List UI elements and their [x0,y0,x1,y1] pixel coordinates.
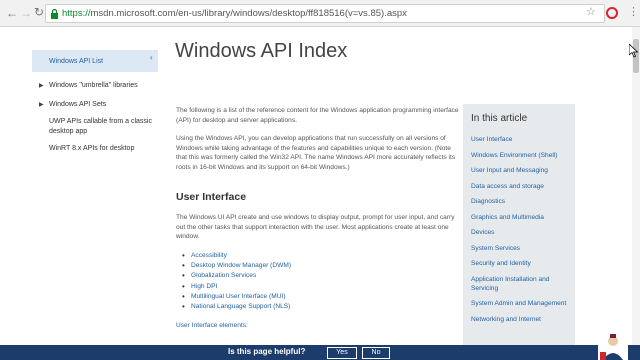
nav-item-windows-api-list[interactable]: Windows API List [32,50,158,72]
reload-icon[interactable]: ↻ [34,5,44,19]
collapse-chevron-icon[interactable]: ‹ [150,53,153,62]
feedback-yes-button[interactable]: Yes [327,347,357,359]
toc-link[interactable]: Application Installation and Servicing [471,275,571,293]
bookmark-star-icon[interactable]: ☆ [586,5,596,18]
feedback-question: Is this page helpful? [228,347,306,356]
ui-elements-link[interactable]: User Interface elements: [176,322,248,329]
presenter-avatar-icon [598,332,628,360]
mouse-cursor-icon [629,44,639,58]
toc-link[interactable]: Security and Identity [471,259,571,268]
section-heading: User Interface [176,191,247,203]
bullet-list: Accessibility Desktop Window Manager (DW… [182,251,291,312]
nav-item-label: UWP APIs callable from a classic desktop… [49,118,152,135]
in-this-article-panel: In this article User Interface Windows E… [463,104,575,346]
feedback-no-button[interactable]: No [362,347,390,359]
address-bar[interactable]: https://msdn.microsoft.com/en-us/library… [45,4,605,23]
nav-item-label: WinRT 8.x APIs for desktop [49,145,135,152]
menu-icon[interactable]: ⋮ [628,5,639,18]
bullet-link[interactable]: Accessibility [182,251,291,261]
browser-toolbar: ← → ↻ https://msdn.microsoft.com/en-us/l… [0,0,640,27]
intro-paragraph: The following is a list of the reference… [176,107,459,124]
bullet-link[interactable]: Multilingual User Interface (MUI) [182,292,291,302]
page-title: Windows API Index [175,40,348,62]
nav-item-label: Windows API List [49,58,104,65]
bullet-link[interactable]: National Language Support (NLS) [182,302,291,312]
bullet-link[interactable]: High DPI [182,282,291,292]
expand-triangle-icon[interactable]: ▶ [39,81,44,91]
toc-link[interactable]: Networking and Internet [471,315,571,324]
toc-link[interactable]: User Input and Messaging [471,166,571,175]
toc-link[interactable]: System Services [471,244,571,253]
nav-item-uwp-apis[interactable]: UWP APIs callable from a classic desktop… [32,117,158,137]
toc-link[interactable]: User Interface [471,135,571,144]
opera-icon[interactable] [606,7,618,19]
bullet-link[interactable]: Globalization Services [182,271,291,281]
toc-link[interactable]: Devices [471,228,571,237]
section-paragraph: The Windows UI API create and use window… [176,214,455,241]
url-scheme: https:// [62,8,91,19]
forward-arrow-icon[interactable]: → [20,6,32,20]
toc-link-list: User Interface Windows Environment (Shel… [471,135,571,330]
feedback-bar: Is this page helpful? Yes No [0,345,640,360]
left-navigation: Windows API List ▶ Windows "umbrella" li… [32,50,158,154]
url-text: https://msdn.microsoft.com/en-us/library… [62,8,407,19]
page-scrollbar[interactable] [632,27,640,345]
nav-item-label: Windows "umbrella" libraries [49,82,138,89]
back-arrow-icon[interactable]: ← [6,6,18,20]
lock-icon [51,9,58,19]
toc-link[interactable]: Diagnostics [471,197,571,206]
description-paragraph: Using the Windows API, you can develop a… [176,135,456,171]
toc-title: In this article [471,113,528,124]
nav-item-umbrella-libraries[interactable]: ▶ Windows "umbrella" libraries [32,81,158,91]
url-path: msdn.microsoft.com/en-us/library/windows… [90,8,407,19]
expand-triangle-icon[interactable]: ▶ [39,100,44,110]
nav-item-winrt-apis[interactable]: WinRT 8.x APIs for desktop [32,144,158,154]
bullet-link[interactable]: Desktop Window Manager (DWM) [182,261,291,271]
nav-item-api-sets[interactable]: ▶ Windows API Sets [32,100,158,110]
nav-item-label: Windows API Sets [49,101,107,108]
toc-link[interactable]: Data access and storage [471,182,571,191]
toc-link[interactable]: Windows Environment (Shell) [471,151,571,160]
toc-link[interactable]: Graphics and Multimedia [471,213,571,222]
toc-link[interactable]: System Admin and Management [471,299,571,308]
